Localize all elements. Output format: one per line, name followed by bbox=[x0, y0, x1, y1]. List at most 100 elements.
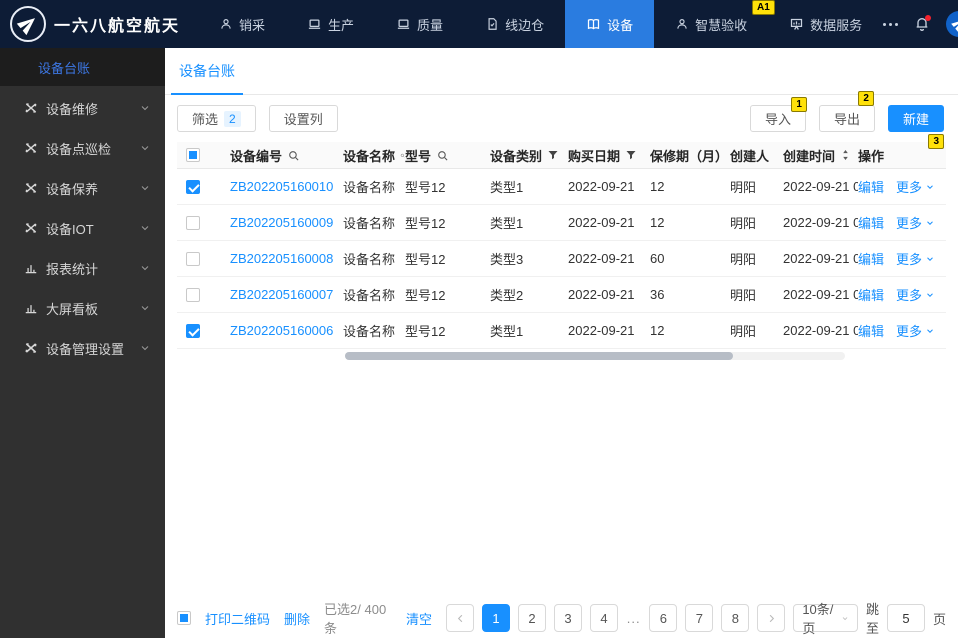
nav-item-smart-acceptance[interactable]: 智慧验收 bbox=[654, 0, 768, 48]
edit-link[interactable]: 编辑 bbox=[858, 285, 884, 304]
purchase-date: 2022-09-21 bbox=[568, 179, 635, 194]
nav-item-procurement[interactable]: 销采 bbox=[198, 0, 286, 48]
device-model: 型号12 bbox=[405, 180, 446, 195]
filter-icon[interactable] bbox=[547, 149, 559, 161]
brand-title: 一六八航空航天 bbox=[54, 18, 181, 35]
nav-item-quality[interactable]: 质量 bbox=[375, 0, 464, 48]
device-model: 型号12 bbox=[405, 216, 446, 231]
nav-item-production[interactable]: 生产 bbox=[286, 0, 375, 48]
device-code-link[interactable]: ZB202205160006 bbox=[230, 323, 333, 338]
create-button[interactable]: 新建 bbox=[887, 105, 944, 132]
pagination-next-button[interactable] bbox=[757, 604, 786, 632]
sidebar-item-equipment-maintenance[interactable]: 设备保养 bbox=[0, 168, 165, 208]
edit-link[interactable]: 编辑 bbox=[858, 321, 884, 340]
sidebar-item-equipment-inspection[interactable]: 设备点巡检 bbox=[0, 128, 165, 168]
footer-select-checkbox[interactable] bbox=[177, 611, 191, 625]
pagination-page-2[interactable]: 2 bbox=[518, 604, 547, 632]
bar-chart-icon bbox=[25, 265, 37, 274]
nav-label: 生产 bbox=[328, 17, 355, 33]
sidebar: 设备台账 设备维修 设备点巡检 设备保养 设备IOT 报表统计 大屏看板 设备管… bbox=[0, 48, 165, 638]
row-checkbox[interactable] bbox=[186, 215, 200, 230]
notification-dot bbox=[925, 15, 932, 21]
device-name: 设备名称 bbox=[343, 288, 396, 303]
horizontal-scrollbar-thumb[interactable] bbox=[345, 352, 733, 360]
more-link[interactable]: 更多 bbox=[896, 321, 935, 340]
jump-suffix-label: 页 bbox=[932, 611, 946, 627]
nav-item-lineside-warehouse[interactable]: 线边仓 bbox=[464, 0, 565, 48]
sidebar-item-equipment-settings[interactable]: 设备管理设置 bbox=[0, 328, 165, 368]
edit-link[interactable]: 编辑 bbox=[858, 177, 884, 196]
delete-link[interactable]: 删除 bbox=[284, 609, 310, 628]
search-icon[interactable] bbox=[436, 149, 449, 162]
filter-button[interactable]: 筛选 2 bbox=[177, 105, 256, 132]
pagination-page-6[interactable]: 6 bbox=[649, 604, 678, 632]
device-code-link[interactable]: ZB202205160010 bbox=[230, 179, 333, 194]
device-category: 类型3 bbox=[490, 252, 524, 267]
pagination-page-4[interactable]: 4 bbox=[590, 604, 619, 632]
warranty-months: 60 bbox=[650, 251, 665, 266]
device-model: 型号12 bbox=[405, 252, 446, 267]
row-checkbox[interactable] bbox=[186, 287, 200, 302]
chevron-down-icon bbox=[141, 146, 149, 151]
chevron-right-icon bbox=[769, 614, 774, 622]
jump-page-input[interactable] bbox=[886, 604, 925, 632]
purchase-date: 2022-09-21 bbox=[568, 323, 635, 338]
more-icon[interactable] bbox=[883, 22, 899, 26]
more-link[interactable]: 更多 bbox=[896, 177, 935, 196]
creator: 明阳 bbox=[730, 252, 757, 267]
sidebar-item-dashboard-screen[interactable]: 大屏看板 bbox=[0, 288, 165, 328]
bar-chart-icon bbox=[25, 305, 37, 314]
nav-item-equipment[interactable]: 设备 bbox=[565, 0, 655, 48]
nav-label: 销采 bbox=[239, 17, 266, 33]
clear-selection-link[interactable]: 清空 bbox=[406, 609, 432, 628]
chevron-down-icon bbox=[141, 346, 149, 351]
chevron-left-icon bbox=[457, 614, 462, 622]
edit-link[interactable]: 编辑 bbox=[858, 249, 884, 268]
pagination-page-7[interactable]: 7 bbox=[685, 604, 714, 632]
more-link[interactable]: 更多 bbox=[896, 213, 935, 232]
edit-link[interactable]: 编辑 bbox=[858, 213, 884, 232]
user-avatar[interactable] bbox=[946, 11, 958, 37]
pagination-page-1[interactable]: 1 bbox=[482, 604, 511, 632]
pagination-page-8[interactable]: 8 bbox=[721, 604, 750, 632]
table-row: ZB202205160009 设备名称 型号12 类型1 2022-09-21 … bbox=[177, 205, 946, 241]
warranty-months: 12 bbox=[650, 215, 665, 230]
creator: 明阳 bbox=[730, 216, 757, 231]
row-checkbox[interactable] bbox=[186, 251, 200, 266]
tools-icon bbox=[25, 103, 37, 113]
device-model: 型号12 bbox=[405, 324, 446, 339]
filter-icon[interactable] bbox=[625, 149, 637, 161]
pagination-ellipsis[interactable]: ... bbox=[626, 611, 641, 626]
pagination-prev-button[interactable] bbox=[446, 604, 475, 632]
row-checkbox[interactable] bbox=[186, 323, 200, 338]
search-icon[interactable] bbox=[287, 149, 300, 162]
table-row: ZB202205160006 设备名称 型号12 类型1 2022-09-21 … bbox=[177, 313, 946, 349]
sidebar-item-equipment-iot[interactable]: 设备IOT bbox=[0, 208, 165, 248]
export-button[interactable]: 导出 bbox=[818, 105, 875, 132]
device-code-link[interactable]: ZB202205160007 bbox=[230, 287, 333, 302]
tab-equipment-ledger[interactable]: 设备台账 bbox=[171, 61, 243, 95]
print-qrcode-link[interactable]: 打印二维码 bbox=[205, 609, 270, 628]
more-link[interactable]: 更多 bbox=[896, 285, 935, 304]
sidebar-item-equipment-ledger[interactable]: 设备台账 bbox=[0, 48, 165, 86]
sidebar-item-report-statistics[interactable]: 报表统计 bbox=[0, 248, 165, 288]
filter-label: 筛选 bbox=[192, 112, 219, 127]
nav-item-data-service[interactable]: 数据服务 bbox=[768, 0, 883, 48]
pagination-page-3[interactable]: 3 bbox=[554, 604, 583, 632]
device-code-link[interactable]: ZB202205160008 bbox=[230, 251, 333, 266]
created-time: 2022-09-21 0 bbox=[783, 287, 858, 302]
more-link[interactable]: 更多 bbox=[896, 249, 935, 268]
sidebar-item-equipment-repair[interactable]: 设备维修 bbox=[0, 88, 165, 128]
som-badge-import: 1 bbox=[791, 97, 807, 112]
device-code-link[interactable]: ZB202205160009 bbox=[230, 215, 333, 230]
column-settings-button[interactable]: 设置列 bbox=[268, 105, 338, 132]
tools-icon bbox=[25, 143, 37, 153]
laptop-icon bbox=[308, 19, 321, 29]
select-all-checkbox[interactable] bbox=[186, 148, 200, 162]
notification-bell[interactable] bbox=[914, 15, 932, 32]
som-badge-create: 3 bbox=[928, 134, 944, 149]
row-checkbox[interactable] bbox=[186, 179, 200, 194]
page-size-select[interactable]: 10条/页 bbox=[793, 602, 858, 636]
selected-count-text: 已选2/ 400 条 bbox=[324, 602, 387, 636]
sort-icon[interactable] bbox=[840, 148, 851, 162]
